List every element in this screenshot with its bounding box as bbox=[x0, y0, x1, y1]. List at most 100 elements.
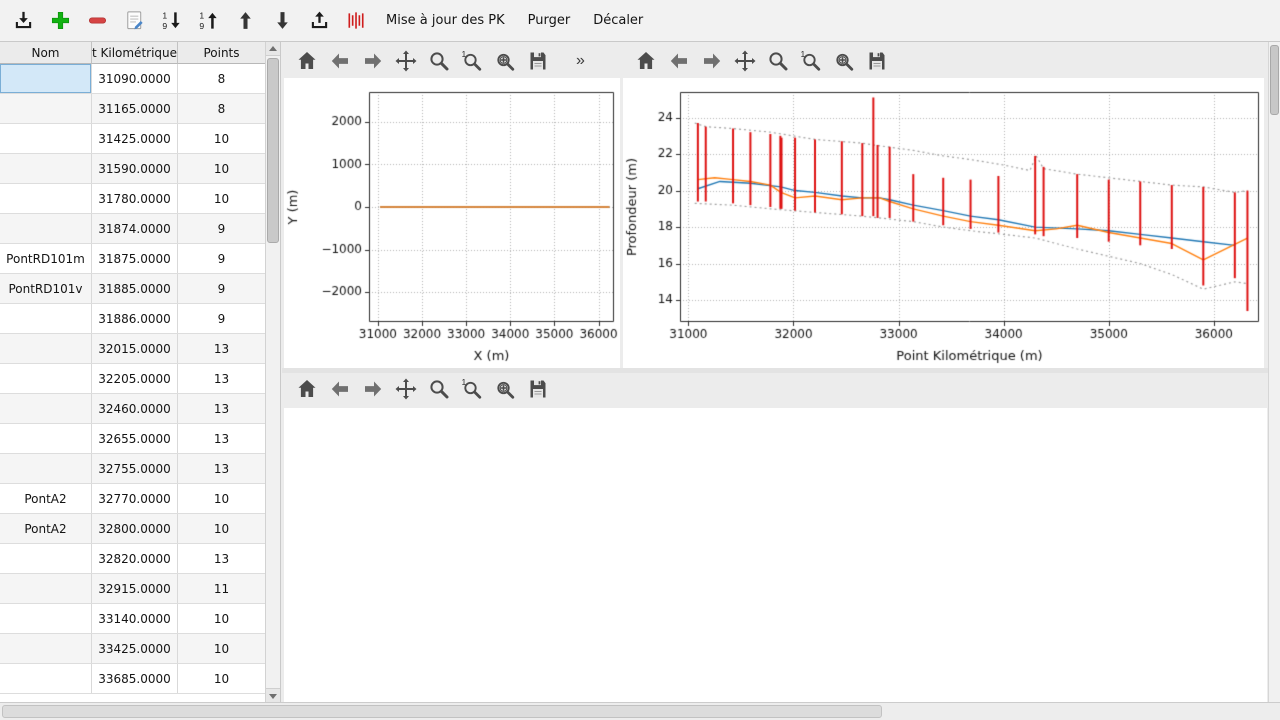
scroll-up-button[interactable] bbox=[266, 42, 280, 56]
bottom-scrollbar[interactable] bbox=[0, 702, 1280, 720]
pk-cell[interactable]: 31090.0000 bbox=[92, 64, 178, 93]
nom-cell[interactable] bbox=[0, 574, 92, 603]
table-row[interactable]: 31886.00009 bbox=[0, 304, 280, 334]
pk-cell[interactable]: 32820.0000 bbox=[92, 544, 178, 573]
points-cell[interactable]: 10 bbox=[178, 664, 266, 693]
points-cell[interactable]: 13 bbox=[178, 454, 266, 483]
pk-cell[interactable]: 33685.0000 bbox=[92, 664, 178, 693]
edit-button[interactable] bbox=[117, 4, 151, 38]
pk-cell[interactable]: 32655.0000 bbox=[92, 424, 178, 453]
nom-cell[interactable] bbox=[0, 604, 92, 633]
splitter-handle[interactable] bbox=[282, 368, 1268, 373]
nom-cell[interactable] bbox=[0, 214, 92, 243]
table-row[interactable]: 32460.000013 bbox=[0, 394, 280, 424]
col-header-pk[interactable]: t Kilométrique bbox=[92, 42, 178, 64]
table-row[interactable]: 32205.000013 bbox=[0, 364, 280, 394]
table-scrollbar[interactable] bbox=[265, 42, 280, 702]
nom-cell[interactable] bbox=[0, 334, 92, 363]
nom-cell[interactable] bbox=[0, 184, 92, 213]
points-cell[interactable]: 10 bbox=[178, 514, 266, 543]
save-button[interactable] bbox=[523, 374, 553, 404]
move-up-button[interactable] bbox=[228, 4, 262, 38]
points-cell[interactable]: 10 bbox=[178, 184, 266, 213]
nom-cell[interactable] bbox=[0, 544, 92, 573]
col-header-nom[interactable]: Nom bbox=[0, 42, 92, 64]
home-button[interactable] bbox=[292, 46, 322, 76]
remove-button[interactable] bbox=[80, 4, 114, 38]
home-button[interactable] bbox=[292, 374, 322, 404]
shift-button[interactable]: Décaler bbox=[583, 6, 653, 36]
home-button[interactable] bbox=[631, 46, 661, 76]
pk-cell[interactable]: 31165.0000 bbox=[92, 94, 178, 123]
pk-cell[interactable]: 31885.0000 bbox=[92, 274, 178, 303]
points-cell[interactable]: 8 bbox=[178, 94, 266, 123]
points-cell[interactable]: 13 bbox=[178, 334, 266, 363]
pk-cell[interactable]: 31780.0000 bbox=[92, 184, 178, 213]
pk-cell[interactable]: 31875.0000 bbox=[92, 244, 178, 273]
right-scroll-thumb[interactable] bbox=[1270, 45, 1279, 115]
nom-cell[interactable] bbox=[0, 664, 92, 693]
scroll-down-button[interactable] bbox=[266, 688, 280, 702]
move-down-button[interactable] bbox=[265, 4, 299, 38]
zoom-button[interactable] bbox=[763, 46, 793, 76]
table-row[interactable]: PontA232770.000010 bbox=[0, 484, 280, 514]
pk-cell[interactable]: 32015.0000 bbox=[92, 334, 178, 363]
zoom-one-button[interactable] bbox=[457, 46, 487, 76]
table-row[interactable]: 31090.00008 bbox=[0, 64, 280, 94]
table-row[interactable]: 31780.000010 bbox=[0, 184, 280, 214]
profile-plot-canvas[interactable] bbox=[623, 78, 1264, 368]
table-row[interactable]: 32820.000013 bbox=[0, 544, 280, 574]
points-cell[interactable]: 13 bbox=[178, 544, 266, 573]
save-button[interactable] bbox=[862, 46, 892, 76]
points-cell[interactable]: 10 bbox=[178, 634, 266, 663]
sort-asc-button[interactable] bbox=[191, 4, 225, 38]
nom-cell[interactable] bbox=[0, 634, 92, 663]
zoom-button[interactable] bbox=[424, 374, 454, 404]
save-button[interactable] bbox=[523, 46, 553, 76]
zoom-select-button[interactable] bbox=[490, 46, 520, 76]
export-button[interactable] bbox=[302, 4, 336, 38]
points-cell[interactable]: 13 bbox=[178, 394, 266, 423]
back-button[interactable] bbox=[325, 374, 355, 404]
nom-cell[interactable]: PontA2 bbox=[0, 484, 92, 513]
toolbar-overflow-button[interactable]: » bbox=[572, 52, 589, 70]
pk-cell[interactable]: 33140.0000 bbox=[92, 604, 178, 633]
points-cell[interactable]: 13 bbox=[178, 364, 266, 393]
table-scroll-thumb[interactable] bbox=[267, 58, 279, 243]
zoom-button[interactable] bbox=[424, 46, 454, 76]
nom-cell[interactable] bbox=[0, 454, 92, 483]
pk-cell[interactable]: 32800.0000 bbox=[92, 514, 178, 543]
table-row[interactable]: 32915.000011 bbox=[0, 574, 280, 604]
red-bars-button[interactable] bbox=[339, 4, 373, 38]
pk-cell[interactable]: 32755.0000 bbox=[92, 454, 178, 483]
pk-cell[interactable]: 31425.0000 bbox=[92, 124, 178, 153]
table-row[interactable]: 33140.000010 bbox=[0, 604, 280, 634]
nom-cell[interactable] bbox=[0, 154, 92, 183]
nom-cell[interactable]: PontRD101m bbox=[0, 244, 92, 273]
table-row[interactable]: 31165.00008 bbox=[0, 94, 280, 124]
table-row[interactable]: PontA232800.000010 bbox=[0, 514, 280, 544]
nom-cell[interactable] bbox=[0, 424, 92, 453]
pan-button[interactable] bbox=[391, 46, 421, 76]
points-cell[interactable]: 9 bbox=[178, 304, 266, 333]
points-cell[interactable]: 10 bbox=[178, 604, 266, 633]
pk-cell[interactable]: 31886.0000 bbox=[92, 304, 178, 333]
add-button[interactable] bbox=[43, 4, 77, 38]
right-scrollbar[interactable] bbox=[1268, 42, 1280, 702]
back-button[interactable] bbox=[664, 46, 694, 76]
points-cell[interactable]: 10 bbox=[178, 484, 266, 513]
empty-plot-area[interactable] bbox=[284, 408, 1267, 702]
back-button[interactable] bbox=[325, 46, 355, 76]
nom-cell[interactable] bbox=[0, 304, 92, 333]
pk-cell[interactable]: 32460.0000 bbox=[92, 394, 178, 423]
points-cell[interactable]: 11 bbox=[178, 574, 266, 603]
bottom-scroll-thumb[interactable] bbox=[2, 705, 882, 718]
nom-cell[interactable] bbox=[0, 394, 92, 423]
zoom-select-button[interactable] bbox=[829, 46, 859, 76]
zoom-select-button[interactable] bbox=[490, 374, 520, 404]
nom-cell[interactable] bbox=[0, 364, 92, 393]
pk-cell[interactable]: 32915.0000 bbox=[92, 574, 178, 603]
table-row[interactable]: 32655.000013 bbox=[0, 424, 280, 454]
table-row[interactable]: PontRD101m31875.00009 bbox=[0, 244, 280, 274]
table-row[interactable]: 32015.000013 bbox=[0, 334, 280, 364]
